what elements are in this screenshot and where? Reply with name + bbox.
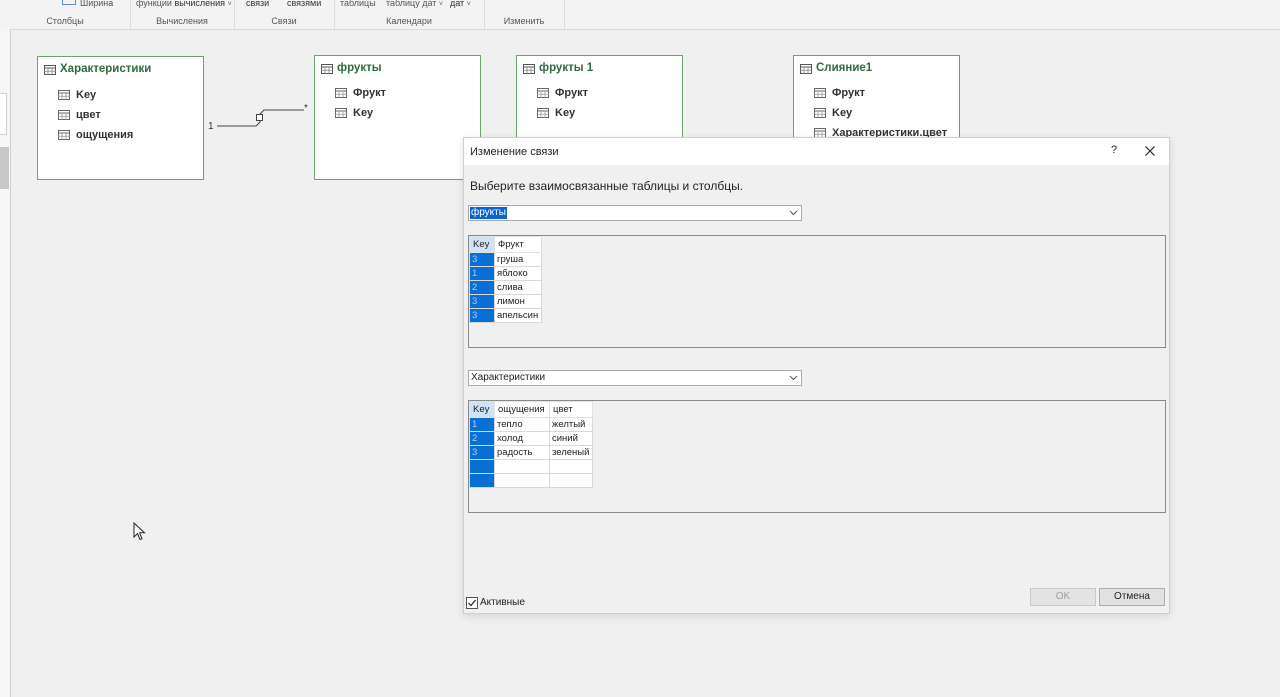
left-pane-scroll-thumb[interactable] bbox=[0, 147, 9, 189]
field-item[interactable]: Key bbox=[537, 107, 575, 121]
diagram-table-characteristics[interactable]: Характеристики Key цвет ощущения bbox=[37, 56, 204, 180]
ribbon-relation-button[interactable]: связи bbox=[246, 0, 269, 8]
table-icon bbox=[523, 64, 535, 74]
ribbon-tables-button[interactable]: таблицы bbox=[340, 0, 376, 8]
column-icon bbox=[335, 108, 347, 118]
column-header[interactable]: ощущения bbox=[494, 401, 550, 418]
ok-button[interactable]: OK bbox=[1030, 588, 1096, 606]
table2-preview-table: Key ощущения цвет 1 тепло желтый 2 холод син… bbox=[469, 401, 593, 488]
field-item[interactable]: ощущения bbox=[58, 129, 133, 143]
width-icon bbox=[62, 0, 76, 5]
ribbon-group-edit: Изменить bbox=[484, 0, 565, 29]
diagram-table-merge1[interactable]: Слияние1 Фрукт Key Характеристики.цвет bbox=[793, 55, 960, 145]
table-row[interactable]: 3 радость зеленый bbox=[469, 445, 593, 460]
column-icon bbox=[814, 88, 826, 98]
table-row[interactable]: 2 слива bbox=[469, 280, 542, 295]
field-item[interactable]: цвет bbox=[58, 109, 101, 123]
mouse-cursor-icon bbox=[133, 522, 146, 541]
table2-selected-value: Характеристики bbox=[471, 372, 546, 383]
relationship-handle-icon[interactable] bbox=[256, 114, 263, 121]
ribbon-group-label: Связи bbox=[271, 16, 297, 26]
table1-preview-table: Key Фрукт 3 груша 1 яблоко 2 слива 3 лимон 3… bbox=[469, 236, 542, 323]
table2-preview-grid[interactable]: Key ощущения цвет 1 тепло желтый 2 холод син… bbox=[468, 400, 1166, 513]
table-title: фрукты 1 bbox=[539, 62, 594, 74]
column-icon bbox=[58, 90, 70, 100]
column-icon bbox=[58, 110, 70, 120]
table-icon bbox=[44, 65, 56, 75]
table-icon bbox=[321, 64, 333, 74]
help-button[interactable]: ? bbox=[1107, 144, 1121, 158]
table-row[interactable]: 1 яблоко bbox=[469, 266, 542, 281]
diagram-table-fruits-1[interactable]: фрукты 1 Фрукт Key bbox=[516, 55, 683, 145]
left-pane-strip bbox=[0, 29, 11, 697]
ribbon-dates-button[interactable]: дат ˅ bbox=[450, 0, 471, 8]
ribbon-manage-relations-button[interactable]: связями bbox=[287, 0, 321, 8]
checkmark-icon bbox=[468, 599, 476, 607]
table2-select[interactable]: Характеристики bbox=[468, 370, 802, 386]
column-header[interactable]: Фрукт bbox=[494, 236, 542, 253]
diagram-table-fruits[interactable]: фрукты Фрукт Key bbox=[314, 55, 481, 180]
dialog-titlebar[interactable]: Изменение связи ? bbox=[464, 138, 1169, 165]
column-header[interactable]: цвет bbox=[549, 401, 593, 418]
ribbon-group-relations: связи связями Связи bbox=[234, 0, 335, 29]
ribbon-group-label: Столбцы bbox=[46, 16, 84, 26]
dropdown-icon: ˅ bbox=[466, 1, 471, 8]
relationship-line[interactable] bbox=[200, 100, 320, 140]
column-icon bbox=[814, 108, 826, 118]
field-item[interactable]: Фрукт bbox=[335, 87, 386, 101]
ribbon: Ширина Столбцы функции вычисления ˅ Вычи… bbox=[0, 0, 1280, 30]
active-checkbox[interactable] bbox=[466, 597, 478, 609]
column-icon bbox=[537, 88, 549, 98]
ribbon-width-button[interactable]: Ширина bbox=[62, 0, 113, 8]
field-item[interactable]: Key bbox=[58, 89, 96, 103]
field-item[interactable]: Фрукт bbox=[537, 87, 588, 101]
dialog-title: Изменение связи bbox=[470, 146, 559, 158]
dropdown-icon: ˅ bbox=[227, 1, 232, 8]
ribbon-group-columns: Ширина Столбцы bbox=[0, 0, 131, 29]
column-icon bbox=[58, 130, 70, 140]
table1-selected-value: фрукты bbox=[470, 207, 507, 219]
field-item[interactable]: Фрукт bbox=[814, 87, 865, 101]
table1-select[interactable]: фрукты bbox=[468, 205, 802, 221]
left-pane-tab[interactable] bbox=[0, 93, 7, 135]
ribbon-group-label: Календари bbox=[386, 16, 432, 26]
table-row[interactable]: 3 лимон bbox=[469, 294, 542, 309]
table1-preview-grid[interactable]: Key Фрукт 3 груша 1 яблоко 2 слива 3 лимон 3… bbox=[468, 235, 1166, 348]
field-item[interactable]: Key bbox=[335, 107, 373, 121]
chevron-down-icon bbox=[789, 375, 798, 381]
dropdown-icon: ˅ bbox=[438, 1, 444, 8]
table-icon bbox=[800, 64, 812, 74]
table-row[interactable]: 3 апельсин bbox=[469, 308, 542, 323]
relationship-one-label: 1 bbox=[208, 121, 214, 132]
chevron-down-icon bbox=[789, 210, 798, 216]
table-row[interactable]: 1 тепло желтый bbox=[469, 417, 593, 432]
table-row[interactable]: 2 холод синий bbox=[469, 431, 593, 446]
ribbon-group-label: Вычисления bbox=[156, 16, 208, 26]
column-icon bbox=[537, 108, 549, 118]
ribbon-group-calendars: таблицы таблицу дат ˅ дат ˅ Календари bbox=[334, 0, 485, 29]
column-icon bbox=[335, 88, 347, 98]
relationship-many-label: * bbox=[304, 103, 308, 114]
field-item[interactable]: Key bbox=[814, 107, 852, 121]
dialog-instruction: Выберите взаимосвязанные таблицы и столб… bbox=[470, 179, 744, 193]
table-title: Слияние1 bbox=[816, 62, 873, 74]
table-title: Характеристики bbox=[60, 63, 152, 75]
active-checkbox-label: Активные bbox=[480, 597, 525, 608]
ribbon-date-table-button[interactable]: таблицу дат ˅ bbox=[386, 0, 443, 8]
table-title: фрукты bbox=[337, 62, 382, 74]
edit-relationship-dialog: Изменение связи ? Выберите взаимосвязанн… bbox=[463, 137, 1170, 614]
ribbon-group-calculations: функции вычисления ˅ Вычисления bbox=[130, 0, 235, 29]
table-row[interactable] bbox=[469, 473, 593, 488]
table-row[interactable] bbox=[469, 459, 593, 474]
cancel-button[interactable]: Отмена bbox=[1099, 588, 1165, 606]
column-header[interactable]: Key bbox=[469, 236, 495, 253]
ribbon-group-label: Изменить bbox=[503, 16, 545, 26]
close-icon[interactable] bbox=[1142, 143, 1158, 159]
table-row[interactable]: 3 груша bbox=[469, 252, 542, 267]
column-header[interactable]: Key bbox=[469, 401, 495, 418]
ribbon-calc-buttons[interactable]: функции вычисления ˅ bbox=[136, 0, 232, 8]
